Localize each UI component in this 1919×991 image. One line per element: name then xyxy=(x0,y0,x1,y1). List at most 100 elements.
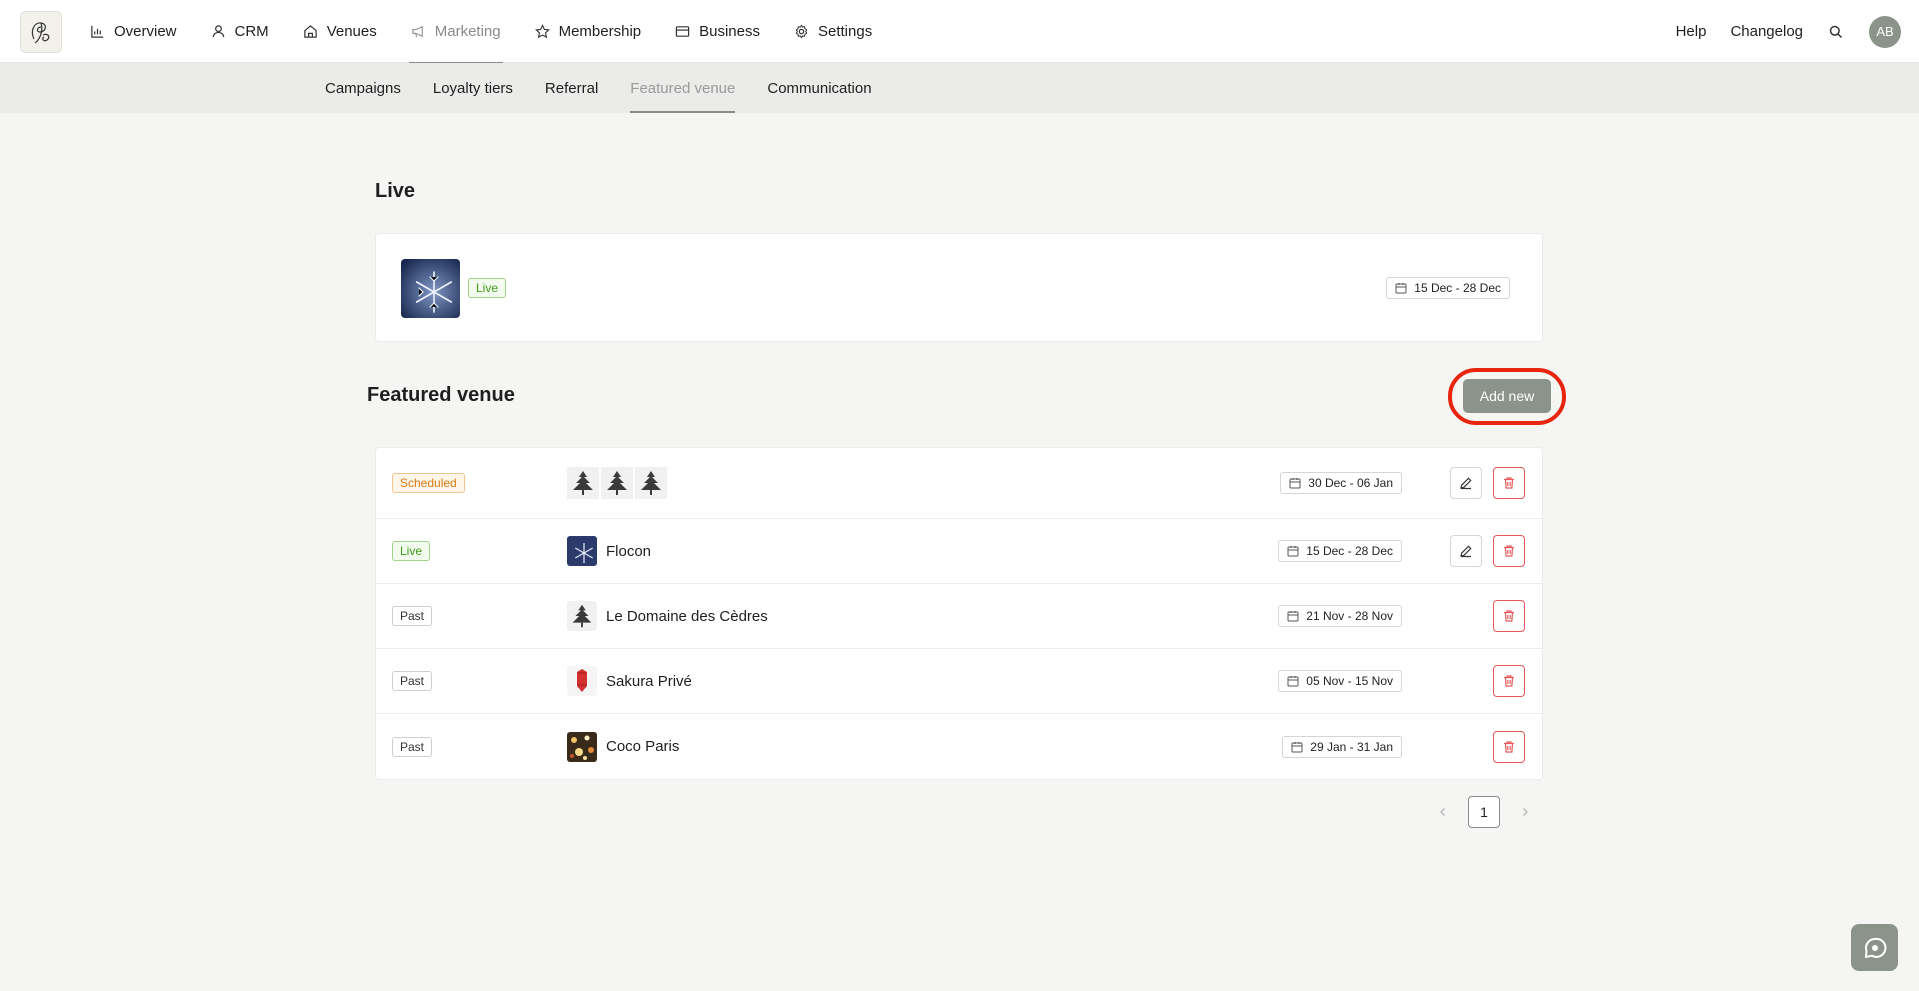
status-badge: Past xyxy=(392,671,433,691)
live-date-text: 15 Dec - 28 Dec xyxy=(1414,281,1501,295)
pagination: 1 xyxy=(1436,796,1532,828)
delete-button[interactable] xyxy=(1493,665,1525,697)
tab-referral[interactable]: Referral xyxy=(545,63,598,113)
status-badge: Past xyxy=(392,606,433,626)
venue-name: Le Domaine des Cèdres xyxy=(606,607,768,625)
venue-name: Flocon xyxy=(606,542,652,560)
nav-item-crm[interactable]: CRM xyxy=(209,0,271,63)
calendar-icon xyxy=(1291,741,1303,752)
chevron-right-icon xyxy=(1523,808,1528,816)
live-date-chip: 15 Dec - 28 Dec xyxy=(1386,277,1510,299)
live-status-badge: Live xyxy=(468,278,507,298)
venue-cell: Flocon xyxy=(567,536,651,566)
date-chip: 30 Dec - 06 Jan xyxy=(1280,472,1402,494)
chat-support-button[interactable] xyxy=(1851,924,1898,971)
nav-label-venues: Venues xyxy=(326,23,377,40)
chat-icon xyxy=(1864,937,1886,958)
venue-thumbnail xyxy=(567,601,597,631)
venue-cell xyxy=(567,467,667,499)
status-badge: Live xyxy=(392,541,431,561)
trash-icon xyxy=(1504,610,1514,622)
app-logo[interactable] xyxy=(20,11,62,53)
add-new-button[interactable]: Add new xyxy=(1463,379,1551,413)
table-row: Past Le Domaine des Cèdres 21 Nov - 28 N… xyxy=(376,584,1542,649)
status-badge: Scheduled xyxy=(392,473,465,493)
nav-item-overview[interactable]: Overview xyxy=(88,0,179,63)
sub-navbar: Campaigns Loyalty tiers Referral Feature… xyxy=(0,63,1919,113)
cedar-images xyxy=(567,467,667,499)
snowflake-image xyxy=(401,259,460,318)
nav-item-settings[interactable]: Settings xyxy=(792,0,874,63)
nav-label-business: Business xyxy=(699,23,760,40)
calendar-icon xyxy=(1287,611,1299,622)
table-row: Scheduled 30 Dec - 06 Jan xyxy=(376,448,1542,519)
search-icon xyxy=(1829,25,1843,38)
page-number-button[interactable]: 1 xyxy=(1468,796,1500,828)
venue-cell: Sakura Privé xyxy=(567,666,692,696)
date-text: 30 Dec - 06 Jan xyxy=(1308,476,1393,490)
nav-item-business[interactable]: Business xyxy=(673,0,762,63)
nav-label-membership: Membership xyxy=(558,23,642,40)
top-right-actions: Help Changelog AB xyxy=(1676,0,1919,63)
venue-cell: Coco Paris xyxy=(567,731,679,762)
featured-venue-table: Scheduled 30 Dec - 06 Jan Live Flocon 15… xyxy=(375,447,1543,780)
chevron-left-icon xyxy=(1440,808,1445,816)
help-link[interactable]: Help xyxy=(1676,23,1707,40)
next-page-button[interactable] xyxy=(1518,805,1532,819)
search-button[interactable] xyxy=(1827,23,1845,41)
megaphone-icon xyxy=(412,25,423,38)
nav-label-settings: Settings xyxy=(818,23,873,40)
tab-communication[interactable]: Communication xyxy=(767,63,871,113)
venue-cell: Le Domaine des Cèdres xyxy=(567,601,768,631)
logo-mark-icon xyxy=(31,22,50,44)
delete-button[interactable] xyxy=(1493,467,1525,499)
trash-icon xyxy=(1504,477,1514,489)
edit-button[interactable] xyxy=(1450,467,1482,499)
pencil-icon xyxy=(1460,477,1472,490)
delete-button[interactable] xyxy=(1493,600,1525,632)
venue-thumbnail xyxy=(567,731,597,762)
date-chip: 21 Nov - 28 Nov xyxy=(1278,605,1402,627)
prev-page-button[interactable] xyxy=(1436,805,1450,819)
cedar-tree-image xyxy=(567,467,599,499)
calendar-icon xyxy=(1287,546,1299,557)
venue-name: Sakura Privé xyxy=(606,672,692,690)
live-section-title: Live xyxy=(375,180,416,202)
tab-campaigns[interactable]: Campaigns xyxy=(325,63,401,113)
card-icon xyxy=(675,26,690,37)
table-row: Past Coco Paris 29 Jan - 31 Jan xyxy=(376,714,1542,779)
status-badge: Past xyxy=(392,736,433,757)
nav-item-marketing[interactable]: Marketing xyxy=(408,0,503,64)
featured-venue-title: Featured venue xyxy=(367,384,515,406)
date-chip: 05 Nov - 15 Nov xyxy=(1278,670,1402,692)
delete-button[interactable] xyxy=(1493,730,1525,763)
trash-icon xyxy=(1504,675,1514,687)
date-text: 29 Jan - 31 Jan xyxy=(1310,739,1393,754)
marketing-subnav: Campaigns Loyalty tiers Referral Feature… xyxy=(325,63,904,113)
user-icon xyxy=(212,25,224,38)
nav-label-overview: Overview xyxy=(114,23,177,40)
chart-icon xyxy=(91,25,104,38)
venue-thumbnail xyxy=(567,536,597,566)
nav-item-venues[interactable]: Venues xyxy=(301,0,379,63)
cedar-tree-image xyxy=(601,467,633,499)
tab-featured-venue[interactable]: Featured venue xyxy=(630,63,736,113)
calendar-icon xyxy=(1287,676,1299,687)
nav-label-crm: CRM xyxy=(234,23,269,40)
date-chip: 15 Dec - 28 Dec xyxy=(1278,540,1402,562)
delete-button[interactable] xyxy=(1493,535,1525,567)
date-text: 05 Nov - 15 Nov xyxy=(1306,674,1393,688)
home-icon xyxy=(303,25,317,38)
pencil-icon xyxy=(1460,545,1472,558)
trash-icon xyxy=(1504,740,1514,753)
edit-button[interactable] xyxy=(1450,535,1482,567)
table-row: Live Flocon 15 Dec - 28 Dec xyxy=(376,519,1542,584)
user-avatar[interactable]: AB xyxy=(1869,15,1901,48)
date-chip: 29 Jan - 31 Jan xyxy=(1282,735,1402,758)
tab-loyalty-tiers[interactable]: Loyalty tiers xyxy=(433,63,513,113)
table-row: Past Sakura Privé 05 Nov - 15 Nov xyxy=(376,649,1542,714)
changelog-link[interactable]: Changelog xyxy=(1730,23,1803,40)
nav-item-membership[interactable]: Membership xyxy=(533,0,644,63)
trash-icon xyxy=(1504,545,1514,557)
nav-label-marketing: Marketing xyxy=(434,23,501,40)
